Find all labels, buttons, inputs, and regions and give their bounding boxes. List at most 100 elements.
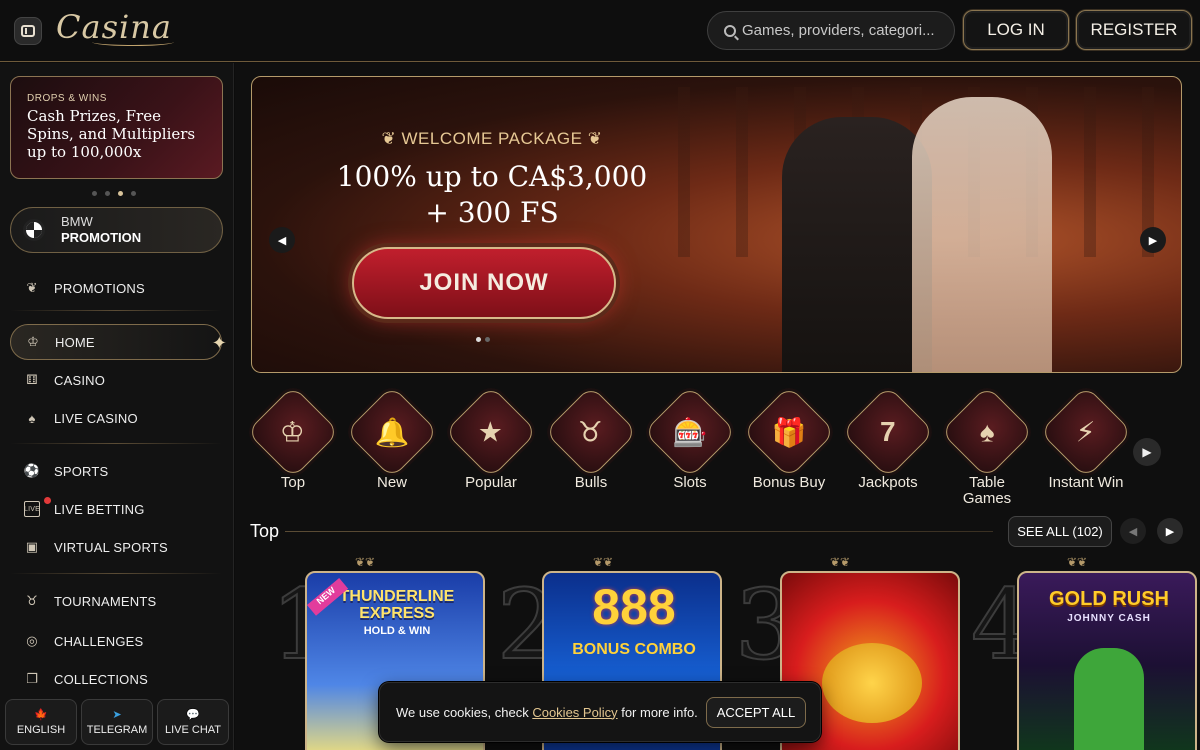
- category-top[interactable]: ♔ Top: [246, 385, 340, 491]
- category-label: Table Games: [962, 474, 1012, 507]
- crown-ornament-icon: ❦❦: [829, 555, 851, 569]
- telegram-label: TELEGRAM: [86, 724, 148, 736]
- section-next-arrow-icon[interactable]: ▶: [1157, 518, 1183, 544]
- soccer-ball-icon: ⚽: [23, 463, 41, 478]
- sidebar-item-promotions[interactable]: ❦ PROMOTIONS: [10, 270, 222, 306]
- language-label: ENGLISH: [16, 724, 66, 736]
- game-title: 888: [592, 579, 676, 635]
- nav-divider: [10, 443, 222, 444]
- sidebar-item-live-casino[interactable]: ♠ LIVE CASINO: [10, 400, 222, 436]
- game-subtitle: HOLD & WIN: [363, 625, 431, 637]
- crown-ornament-icon: ❦❦: [354, 555, 376, 569]
- sidebar-item-casino[interactable]: ⚅ CASINO: [10, 362, 222, 398]
- sidebar-item-challenges[interactable]: ◎ CHALLENGES: [10, 623, 222, 659]
- nav-divider: [10, 310, 222, 311]
- drops-wins-promo-card[interactable]: DROPS & WINS Cash Prizes, Free Spins, an…: [10, 76, 223, 179]
- cookie-message: We use cookies, check Cookies Policy for…: [396, 704, 698, 720]
- telegram-button[interactable]: ➤ TELEGRAM: [81, 699, 153, 745]
- sidebar-item-label: VIRTUAL SPORTS: [54, 539, 168, 555]
- sidebar-item-label: TOURNAMENTS: [54, 593, 157, 609]
- join-now-button[interactable]: JOIN NOW: [352, 247, 616, 319]
- search-icon: [724, 24, 736, 37]
- bmw-logo-icon: [23, 219, 45, 241]
- sidebar-item-collections[interactable]: ❐ COLLECTIONS: [10, 661, 222, 697]
- category-table-games[interactable]: ♠ Table Games: [940, 385, 1034, 507]
- sidebar-item-virtual-sports[interactable]: ▣ VIRTUAL SPORTS: [10, 529, 222, 565]
- search-input[interactable]: [742, 22, 942, 39]
- game-card[interactable]: GOLD RUSH JOHNNY CASH: [1017, 571, 1197, 750]
- hero-next-arrow-icon[interactable]: ▶: [1140, 227, 1166, 253]
- golden-pig-icon: [822, 643, 922, 723]
- category-popular[interactable]: ★ Popular: [444, 385, 538, 491]
- hero-banner[interactable]: ❦ WELCOME PACKAGE ❦ 100% up to CA$3,000 …: [251, 76, 1182, 373]
- sidebar-item-live-betting[interactable]: LIVE LIVE BETTING: [10, 491, 222, 527]
- see-all-button[interactable]: SEE ALL (102): [1008, 516, 1112, 547]
- carousel-dot[interactable]: [92, 191, 97, 196]
- category-bulls[interactable]: ♉ Bulls: [544, 385, 638, 491]
- game-title: GOLD RUSH: [1049, 588, 1169, 610]
- sidebar-item-label: LIVE CASINO: [54, 410, 138, 426]
- category-bonus-buy[interactable]: 🎁 Bonus Buy: [742, 385, 836, 491]
- hero-dot-active[interactable]: [476, 337, 481, 342]
- game-subtitle: BONUS COMBO: [572, 641, 696, 658]
- sidebar-item-label: COLLECTIONS: [54, 671, 148, 687]
- seven-icon: 7: [841, 385, 935, 479]
- promotion-label: PROMOTION: [61, 230, 142, 245]
- cards-icon: ♠: [28, 410, 36, 426]
- star-icon: ★: [444, 385, 538, 479]
- category-label: Popular: [465, 474, 517, 491]
- section-divider: [285, 531, 993, 532]
- sidebar: DROPS & WINS Cash Prizes, Free Spins, an…: [0, 63, 234, 750]
- lightning-icon: ⚡: [1039, 385, 1133, 479]
- hero-carousel-dots: [476, 337, 490, 342]
- sidebar-item-label: CASINO: [54, 372, 106, 388]
- category-label: Bonus Buy: [752, 474, 826, 491]
- crown-icon: ♔: [246, 385, 340, 479]
- bmw-promotion-button[interactable]: BMW PROMOTION: [10, 207, 223, 253]
- sidebar-item-label: HOME: [55, 334, 95, 350]
- crown-ornament-icon: ❦❦: [1066, 555, 1088, 569]
- live-chat-button[interactable]: 💬 LIVE CHAT: [157, 699, 229, 745]
- cactus-character-icon: [1074, 648, 1144, 750]
- carousel-dot-active[interactable]: [118, 191, 123, 196]
- register-button[interactable]: REGISTER: [1076, 10, 1192, 50]
- accept-all-button[interactable]: ACCEPT ALL: [706, 697, 806, 728]
- canada-flag-icon: 🍁: [34, 709, 48, 721]
- telegram-icon: ➤: [112, 709, 122, 721]
- categories-next-arrow-icon[interactable]: ▶: [1133, 438, 1161, 466]
- carousel-dot[interactable]: [131, 191, 136, 196]
- header: Casina LOG IN REGISTER: [0, 0, 1200, 62]
- hero-dot[interactable]: [485, 337, 490, 342]
- category-slots[interactable]: 🎰 Slots: [643, 385, 737, 491]
- sidebar-item-tournaments[interactable]: ♉ TOURNAMENTS: [10, 583, 222, 619]
- live-chat-label: LIVE CHAT: [164, 724, 222, 736]
- hero-prev-arrow-icon[interactable]: ◀: [269, 227, 295, 253]
- category-label: Instant Win: [1048, 474, 1124, 491]
- category-label: Slots: [673, 474, 707, 491]
- category-label: New: [376, 474, 407, 491]
- cookies-policy-link[interactable]: Cookies Policy: [532, 705, 617, 720]
- language-button[interactable]: 🍁 ENGLISH: [5, 699, 77, 745]
- login-button[interactable]: LOG IN: [963, 10, 1069, 50]
- category-label: Top: [280, 474, 306, 491]
- section-title: Top: [250, 521, 280, 541]
- search-box[interactable]: [707, 11, 955, 50]
- category-instant-win[interactable]: ⚡ Instant Win: [1039, 385, 1133, 491]
- game-subtitle: JOHNNY CASH: [1067, 613, 1151, 624]
- sidebar-item-sports[interactable]: ⚽ SPORTS: [10, 453, 222, 489]
- hero-eyebrow: ❦ WELCOME PACKAGE ❦: [381, 129, 603, 148]
- sidebar-item-home[interactable]: ♔ HOME ✦: [10, 324, 227, 360]
- matador-figure: [782, 117, 932, 372]
- carousel-dot[interactable]: [105, 191, 110, 196]
- crown-ornament-icon: ❦❦: [592, 555, 614, 569]
- sidebar-item-label: LIVE BETTING: [54, 501, 145, 517]
- bull-icon: ♉: [544, 385, 638, 479]
- category-new[interactable]: 🔔 New: [345, 385, 439, 491]
- section-prev-arrow-icon[interactable]: ◀: [1120, 518, 1146, 544]
- virtual-sports-icon: ▣: [25, 539, 39, 554]
- sidebar-toggle-button[interactable]: [14, 17, 42, 45]
- sidebar-toggle-icon: [21, 25, 35, 37]
- nav-divider: [10, 573, 222, 574]
- bmw-label: BMW: [61, 214, 93, 229]
- category-jackpots[interactable]: 7 Jackpots: [841, 385, 935, 491]
